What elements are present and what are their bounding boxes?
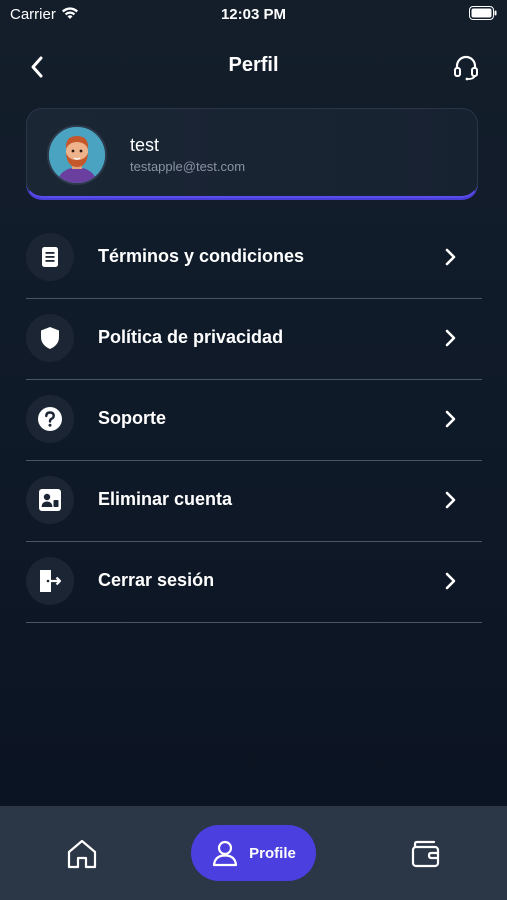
menu-item-label: Política de privacidad	[98, 327, 284, 347]
menu-item-label: Cerrar sesión	[98, 570, 215, 590]
headset-icon	[454, 55, 478, 81]
profile-screen: Carrier 12:03 PM Perfil test testapple@t…	[0, 0, 507, 900]
tab-wallet[interactable]	[406, 834, 446, 874]
profile-card[interactable]: test testapple@test.com	[26, 108, 478, 198]
status-bar: Carrier 12:03 PM	[0, 0, 507, 30]
menu-item-support[interactable]: Soporte	[26, 380, 482, 461]
menu-item-delete-account[interactable]: Eliminar cuenta	[26, 461, 482, 542]
menu-item-label: Eliminar cuenta	[98, 489, 233, 509]
menu-item-terms[interactable]: Términos y condiciones	[26, 218, 482, 299]
help-icon	[26, 395, 74, 443]
chevron-right-icon	[440, 327, 460, 349]
chevron-right-icon	[440, 408, 460, 430]
tab-profile[interactable]: Profile	[191, 825, 316, 881]
chevron-right-icon	[440, 246, 460, 268]
tab-home[interactable]	[62, 834, 102, 874]
avatar	[47, 125, 107, 185]
chevron-right-icon	[440, 570, 460, 592]
wallet-icon	[411, 840, 440, 868]
shield-icon	[26, 314, 74, 362]
page-title: Perfil	[228, 54, 279, 76]
tab-profile-label: Profile	[249, 844, 296, 862]
account-badge-icon	[26, 476, 74, 524]
document-icon	[26, 233, 74, 281]
battery-icon	[469, 6, 497, 25]
settings-menu: Términos y condiciones Política de priva…	[26, 218, 482, 623]
user-icon	[213, 840, 238, 867]
profile-email: testapple@test.com	[130, 159, 246, 174]
menu-item-privacy[interactable]: Política de privacidad	[26, 299, 482, 380]
header: Perfil	[0, 40, 507, 92]
logout-icon	[26, 557, 74, 605]
profile-name: test	[130, 135, 160, 155]
tab-bar: Profile	[0, 806, 507, 900]
support-button[interactable]	[451, 52, 481, 82]
status-time: 12:03 PM	[220, 6, 287, 23]
menu-item-logout[interactable]: Cerrar sesión	[26, 542, 482, 623]
chevron-right-icon	[440, 489, 460, 511]
home-icon	[67, 839, 97, 869]
menu-item-label: Soporte	[98, 408, 167, 428]
menu-item-label: Términos y condiciones	[98, 246, 305, 266]
